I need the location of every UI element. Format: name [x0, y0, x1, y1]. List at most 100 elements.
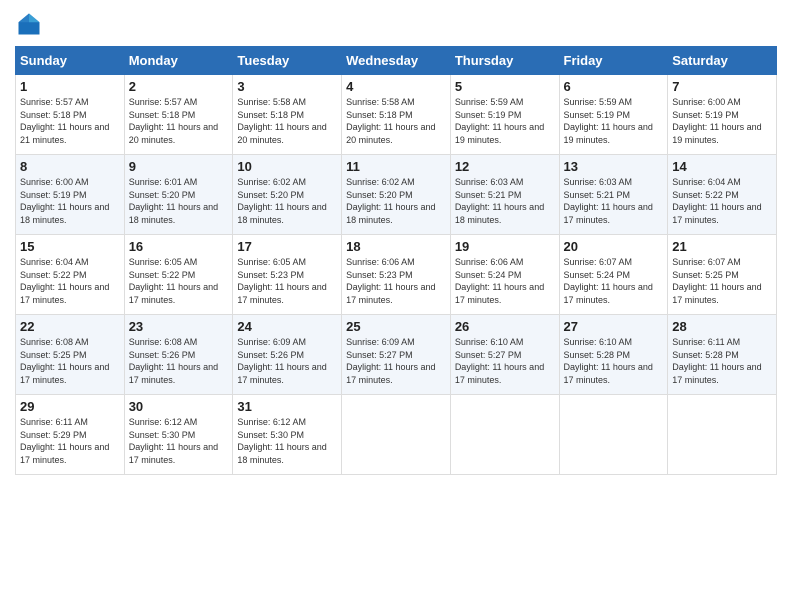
day-cell: 3 Sunrise: 5:58 AMSunset: 5:18 PMDaylight… — [233, 75, 342, 155]
cell-content: Sunrise: 6:00 AMSunset: 5:19 PMDaylight:… — [672, 97, 761, 145]
page: SundayMondayTuesdayWednesdayThursdayFrid… — [0, 0, 792, 612]
cell-content: Sunrise: 6:08 AMSunset: 5:25 PMDaylight:… — [20, 337, 109, 385]
week-row-2: 8 Sunrise: 6:00 AMSunset: 5:19 PMDaylight… — [16, 155, 777, 235]
cell-content: Sunrise: 6:06 AMSunset: 5:23 PMDaylight:… — [346, 257, 435, 305]
cell-content: Sunrise: 5:57 AMSunset: 5:18 PMDaylight:… — [20, 97, 109, 145]
day-header-wednesday: Wednesday — [342, 47, 451, 75]
day-cell: 5 Sunrise: 5:59 AMSunset: 5:19 PMDaylight… — [450, 75, 559, 155]
day-number: 23 — [129, 319, 229, 334]
day-number: 22 — [20, 319, 120, 334]
day-number: 20 — [564, 239, 664, 254]
day-cell — [342, 395, 451, 475]
cell-content: Sunrise: 6:04 AMSunset: 5:22 PMDaylight:… — [20, 257, 109, 305]
day-header-sunday: Sunday — [16, 47, 125, 75]
cell-content: Sunrise: 6:07 AMSunset: 5:25 PMDaylight:… — [672, 257, 761, 305]
day-number: 15 — [20, 239, 120, 254]
day-number: 4 — [346, 79, 446, 94]
day-number: 14 — [672, 159, 772, 174]
logo-icon — [15, 10, 43, 38]
day-cell — [668, 395, 777, 475]
day-cell: 4 Sunrise: 5:58 AMSunset: 5:18 PMDaylight… — [342, 75, 451, 155]
day-cell: 2Sunrise: 5:57 AMSunset: 5:18 PMDaylight… — [124, 75, 233, 155]
day-cell — [450, 395, 559, 475]
day-cell: 12Sunrise: 6:03 AMSunset: 5:21 PMDayligh… — [450, 155, 559, 235]
cell-content: Sunrise: 6:10 AMSunset: 5:27 PMDaylight:… — [455, 337, 544, 385]
day-number: 29 — [20, 399, 120, 414]
day-cell: 14Sunrise: 6:04 AMSunset: 5:22 PMDayligh… — [668, 155, 777, 235]
day-cell: 25 Sunrise: 6:09 AMSunset: 5:27 PMDayligh… — [342, 315, 451, 395]
day-number: 6 — [564, 79, 664, 94]
day-cell: 26Sunrise: 6:10 AMSunset: 5:27 PMDayligh… — [450, 315, 559, 395]
day-cell: 22 Sunrise: 6:08 AMSunset: 5:25 PMDayligh… — [16, 315, 125, 395]
cell-content: Sunrise: 6:06 AMSunset: 5:24 PMDaylight:… — [455, 257, 544, 305]
day-cell: 24 Sunrise: 6:09 AMSunset: 5:26 PMDayligh… — [233, 315, 342, 395]
week-row-4: 22 Sunrise: 6:08 AMSunset: 5:25 PMDayligh… — [16, 315, 777, 395]
cell-content: Sunrise: 5:59 AMSunset: 5:19 PMDaylight:… — [564, 97, 653, 145]
week-row-1: 1 Sunrise: 5:57 AMSunset: 5:18 PMDaylight… — [16, 75, 777, 155]
day-number: 13 — [564, 159, 664, 174]
cell-content: Sunrise: 6:03 AMSunset: 5:21 PMDaylight:… — [564, 177, 653, 225]
day-number: 7 — [672, 79, 772, 94]
cell-content: Sunrise: 6:02 AMSunset: 5:20 PMDaylight:… — [346, 177, 435, 225]
cell-content: Sunrise: 5:59 AMSunset: 5:19 PMDaylight:… — [455, 97, 544, 145]
cell-content: Sunrise: 6:05 AMSunset: 5:22 PMDaylight:… — [129, 257, 218, 305]
cell-content: Sunrise: 6:09 AMSunset: 5:26 PMDaylight:… — [237, 337, 326, 385]
cell-content: Sunrise: 6:11 AMSunset: 5:28 PMDaylight:… — [672, 337, 761, 385]
cell-content: Sunrise: 6:08 AMSunset: 5:26 PMDaylight:… — [129, 337, 218, 385]
day-number: 19 — [455, 239, 555, 254]
day-number: 8 — [20, 159, 120, 174]
week-row-3: 15 Sunrise: 6:04 AMSunset: 5:22 PMDayligh… — [16, 235, 777, 315]
day-cell: 8 Sunrise: 6:00 AMSunset: 5:19 PMDaylight… — [16, 155, 125, 235]
day-number: 2 — [129, 79, 229, 94]
day-cell: 13 Sunrise: 6:03 AMSunset: 5:21 PMDayligh… — [559, 155, 668, 235]
day-number: 10 — [237, 159, 337, 174]
cell-content: Sunrise: 6:05 AMSunset: 5:23 PMDaylight:… — [237, 257, 326, 305]
day-cell: 16 Sunrise: 6:05 AMSunset: 5:22 PMDayligh… — [124, 235, 233, 315]
cell-content: Sunrise: 6:11 AMSunset: 5:29 PMDaylight:… — [20, 417, 109, 465]
week-row-5: 29 Sunrise: 6:11 AMSunset: 5:29 PMDayligh… — [16, 395, 777, 475]
day-cell: 29 Sunrise: 6:11 AMSunset: 5:29 PMDayligh… — [16, 395, 125, 475]
day-number: 25 — [346, 319, 446, 334]
day-number: 9 — [129, 159, 229, 174]
day-header-saturday: Saturday — [668, 47, 777, 75]
day-cell: 19 Sunrise: 6:06 AMSunset: 5:24 PMDayligh… — [450, 235, 559, 315]
day-cell: 10Sunrise: 6:02 AMSunset: 5:20 PMDayligh… — [233, 155, 342, 235]
day-number: 18 — [346, 239, 446, 254]
day-header-friday: Friday — [559, 47, 668, 75]
cell-content: Sunrise: 6:01 AMSunset: 5:20 PMDaylight:… — [129, 177, 218, 225]
day-number: 24 — [237, 319, 337, 334]
cell-content: Sunrise: 6:10 AMSunset: 5:28 PMDaylight:… — [564, 337, 653, 385]
day-number: 5 — [455, 79, 555, 94]
day-number: 12 — [455, 159, 555, 174]
cell-content: Sunrise: 5:58 AMSunset: 5:18 PMDaylight:… — [237, 97, 326, 145]
calendar-table: SundayMondayTuesdayWednesdayThursdayFrid… — [15, 46, 777, 475]
day-cell: 17 Sunrise: 6:05 AMSunset: 5:23 PMDayligh… — [233, 235, 342, 315]
day-header-tuesday: Tuesday — [233, 47, 342, 75]
day-header-monday: Monday — [124, 47, 233, 75]
cell-content: Sunrise: 6:00 AMSunset: 5:19 PMDaylight:… — [20, 177, 109, 225]
day-cell: 9 Sunrise: 6:01 AMSunset: 5:20 PMDaylight… — [124, 155, 233, 235]
day-cell: 7 Sunrise: 6:00 AMSunset: 5:19 PMDaylight… — [668, 75, 777, 155]
day-number: 16 — [129, 239, 229, 254]
cell-content: Sunrise: 6:09 AMSunset: 5:27 PMDaylight:… — [346, 337, 435, 385]
day-cell: 27 Sunrise: 6:10 AMSunset: 5:28 PMDayligh… — [559, 315, 668, 395]
day-number: 17 — [237, 239, 337, 254]
day-cell: 6 Sunrise: 5:59 AMSunset: 5:19 PMDaylight… — [559, 75, 668, 155]
day-cell — [559, 395, 668, 475]
day-cell: 15 Sunrise: 6:04 AMSunset: 5:22 PMDayligh… — [16, 235, 125, 315]
day-number: 27 — [564, 319, 664, 334]
day-number: 11 — [346, 159, 446, 174]
header — [15, 10, 777, 38]
day-cell: 30Sunrise: 6:12 AMSunset: 5:30 PMDayligh… — [124, 395, 233, 475]
day-number: 31 — [237, 399, 337, 414]
day-number: 3 — [237, 79, 337, 94]
day-cell: 31Sunrise: 6:12 AMSunset: 5:30 PMDayligh… — [233, 395, 342, 475]
day-header-thursday: Thursday — [450, 47, 559, 75]
day-number: 1 — [20, 79, 120, 94]
day-number: 21 — [672, 239, 772, 254]
cell-content: Sunrise: 6:12 AMSunset: 5:30 PMDaylight:… — [129, 417, 218, 465]
day-number: 28 — [672, 319, 772, 334]
header-row: SundayMondayTuesdayWednesdayThursdayFrid… — [16, 47, 777, 75]
day-cell: 18 Sunrise: 6:06 AMSunset: 5:23 PMDayligh… — [342, 235, 451, 315]
cell-content: Sunrise: 5:58 AMSunset: 5:18 PMDaylight:… — [346, 97, 435, 145]
